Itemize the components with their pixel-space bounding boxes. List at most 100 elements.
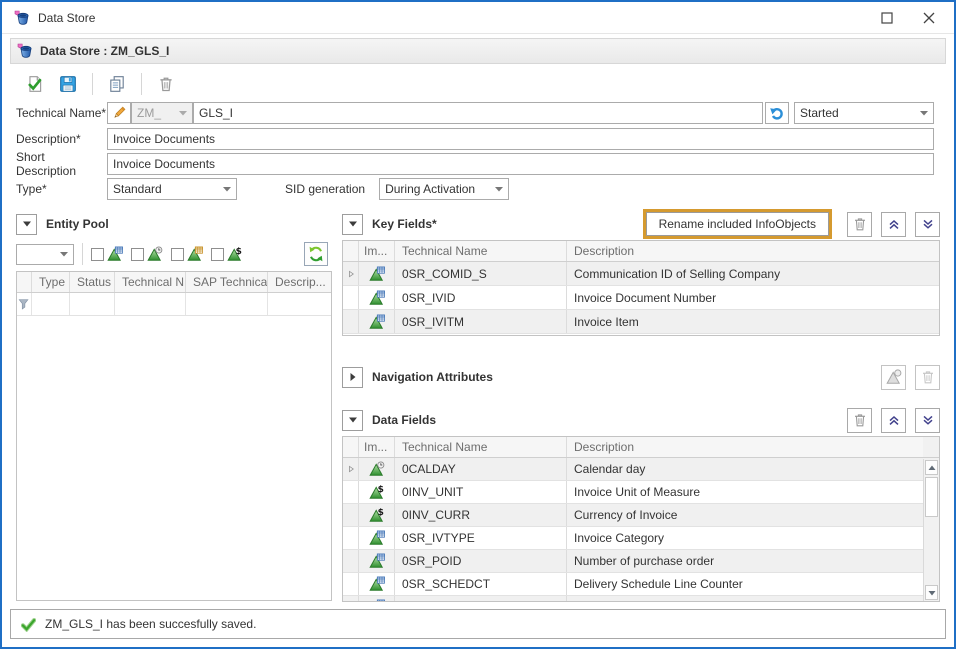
key-fields-move-up-button[interactable] xyxy=(881,212,906,237)
description-row: Description* xyxy=(16,128,934,150)
data-fields-table: Im... Technical Name Description 0CALDAY… xyxy=(342,436,940,602)
delete-button[interactable] xyxy=(153,71,179,97)
entity-pool-panel: Entity Pool xyxy=(16,209,332,601)
column-header-im[interactable]: Im... xyxy=(359,437,395,457)
key-fields-move-down-button[interactable] xyxy=(915,212,940,237)
characteristic-icon xyxy=(369,576,385,592)
column-header-type[interactable]: Type xyxy=(32,272,70,292)
save-button[interactable] xyxy=(55,71,81,97)
datastore-icon xyxy=(14,10,30,26)
activate-button[interactable] xyxy=(22,71,48,97)
sid-generation-select[interactable]: During Activation xyxy=(379,178,509,200)
row-expander-icon[interactable] xyxy=(345,268,357,280)
data-fields-delete-button[interactable] xyxy=(847,408,872,433)
key-fields-delete-button[interactable] xyxy=(847,212,872,237)
vertical-scrollbar[interactable] xyxy=(923,459,939,601)
column-header-technical-name[interactable]: Technical N... xyxy=(115,272,186,292)
column-header-technical-name[interactable]: Technical Name xyxy=(395,241,567,261)
row-expander-icon[interactable] xyxy=(345,463,357,475)
column-header-description[interactable]: Descrip... xyxy=(268,272,331,292)
filter-cell-status[interactable] xyxy=(70,293,115,315)
trash-icon xyxy=(852,216,868,232)
filter-cell-type[interactable] xyxy=(32,293,70,315)
add-navigation-attribute-button[interactable] xyxy=(881,365,906,390)
table-row[interactable]: 0SR_IVID Invoice Document Number xyxy=(343,286,939,310)
key-fields-header: Key Fields* Rename included InfoObjects xyxy=(342,209,940,239)
unit-icon xyxy=(369,484,385,500)
table-row[interactable]: 0SR_IVITM Invoice Item xyxy=(343,310,939,334)
filter-characteristic[interactable] xyxy=(91,246,123,262)
column-header-blank[interactable] xyxy=(17,272,32,292)
column-header-im[interactable]: Im... xyxy=(359,241,395,261)
data-fields-move-down-button[interactable] xyxy=(915,408,940,433)
navigation-attributes-delete-button[interactable] xyxy=(915,365,940,390)
navigation-attributes-title: Navigation Attributes xyxy=(372,370,493,384)
catalog-checkbox[interactable] xyxy=(171,248,184,261)
double-chevron-down-icon xyxy=(920,412,936,428)
description-input[interactable] xyxy=(107,128,934,150)
unit-icon xyxy=(227,246,243,262)
column-header-technical-name[interactable]: Technical Name xyxy=(395,437,567,457)
table-row[interactable]: 0SR_SCHEDCT Delivery Schedule Line Count… xyxy=(343,573,939,596)
characteristic-icon xyxy=(369,290,385,306)
toolbar-separator xyxy=(141,73,142,95)
editor-header: Data Store : ZM_GLS_I xyxy=(10,38,946,64)
characteristic-checkbox[interactable] xyxy=(91,248,104,261)
trash-icon xyxy=(920,369,936,385)
rename-included-infoobjects-button[interactable]: Rename included InfoObjects xyxy=(646,212,829,236)
undo-button[interactable] xyxy=(765,102,789,124)
type-select[interactable]: Standard xyxy=(107,178,237,200)
refresh-button[interactable] xyxy=(304,242,328,266)
window-titlebar: Data Store xyxy=(2,2,954,34)
filter-funnel-icon xyxy=(18,298,30,310)
copy-button[interactable] xyxy=(104,71,130,97)
navigation-attributes-header: Navigation Attributes xyxy=(342,362,940,392)
scroll-down-button[interactable] xyxy=(925,585,938,600)
scroll-thumb[interactable] xyxy=(925,477,938,517)
table-row[interactable]: 0CALDAY Calendar day xyxy=(343,458,939,481)
table-row[interactable]: 0SR_COMID_S Communication ID of Selling … xyxy=(343,262,939,286)
table-row[interactable]: 0INV_UNIT Invoice Unit of Measure xyxy=(343,481,939,504)
filter-cell-technical-name[interactable] xyxy=(115,293,186,315)
characteristic-icon xyxy=(107,246,123,262)
filter-unit[interactable] xyxy=(211,246,243,262)
filter-row-indicator xyxy=(17,293,32,315)
technical-name-cell: 0SR_SCHEDCT xyxy=(395,573,567,595)
entity-type-select[interactable] xyxy=(16,244,74,265)
data-fields-move-up-button[interactable] xyxy=(881,408,906,433)
filter-catalog[interactable] xyxy=(171,246,203,262)
navigation-attributes-expand-button[interactable] xyxy=(342,367,363,388)
maximize-button[interactable] xyxy=(866,2,908,33)
toolbar-separator xyxy=(92,73,93,95)
data-fields-title: Data Fields xyxy=(372,413,436,427)
table-row[interactable]: 0INV_CURR Currency of Invoice xyxy=(343,504,939,527)
prefix-select[interactable]: ZM_ xyxy=(131,102,193,124)
column-header-sap-technical-name[interactable]: SAP Technical ... xyxy=(186,272,268,292)
description-cell: Invoice Unit of Measure xyxy=(567,481,923,503)
time-characteristic-icon xyxy=(369,461,385,477)
unit-checkbox[interactable] xyxy=(211,248,224,261)
short-description-input[interactable] xyxy=(107,153,934,175)
key-fields-collapse-button[interactable] xyxy=(342,214,363,235)
filter-cell-description[interactable] xyxy=(268,293,331,315)
table-row[interactable]: 0SR_IVTYPE Invoice Category xyxy=(343,527,939,550)
close-button[interactable] xyxy=(908,2,950,33)
description-cell: Calendar day xyxy=(567,458,923,480)
filter-cell-sap-technical-name[interactable] xyxy=(186,293,268,315)
object-status-select[interactable]: Started xyxy=(794,102,934,124)
technical-name-input[interactable] xyxy=(193,102,763,124)
trash-icon xyxy=(157,75,175,93)
data-fields-collapse-button[interactable] xyxy=(342,410,363,431)
entity-pool-collapse-button[interactable] xyxy=(16,214,37,235)
column-header-description[interactable]: Description xyxy=(567,437,923,457)
column-header-status[interactable]: Status xyxy=(70,272,115,292)
technical-name-cell: 0SR_IVITM xyxy=(395,310,567,333)
edit-name-button[interactable] xyxy=(107,102,131,124)
time-characteristic-checkbox[interactable] xyxy=(131,248,144,261)
table-row[interactable]: 0SR_POID Number of purchase order xyxy=(343,550,939,573)
filter-time-characteristic[interactable] xyxy=(131,246,163,262)
column-header-description[interactable]: Description xyxy=(567,241,939,261)
scroll-up-button[interactable] xyxy=(925,460,938,475)
trash-icon xyxy=(852,412,868,428)
table-row-partial[interactable] xyxy=(343,596,939,602)
